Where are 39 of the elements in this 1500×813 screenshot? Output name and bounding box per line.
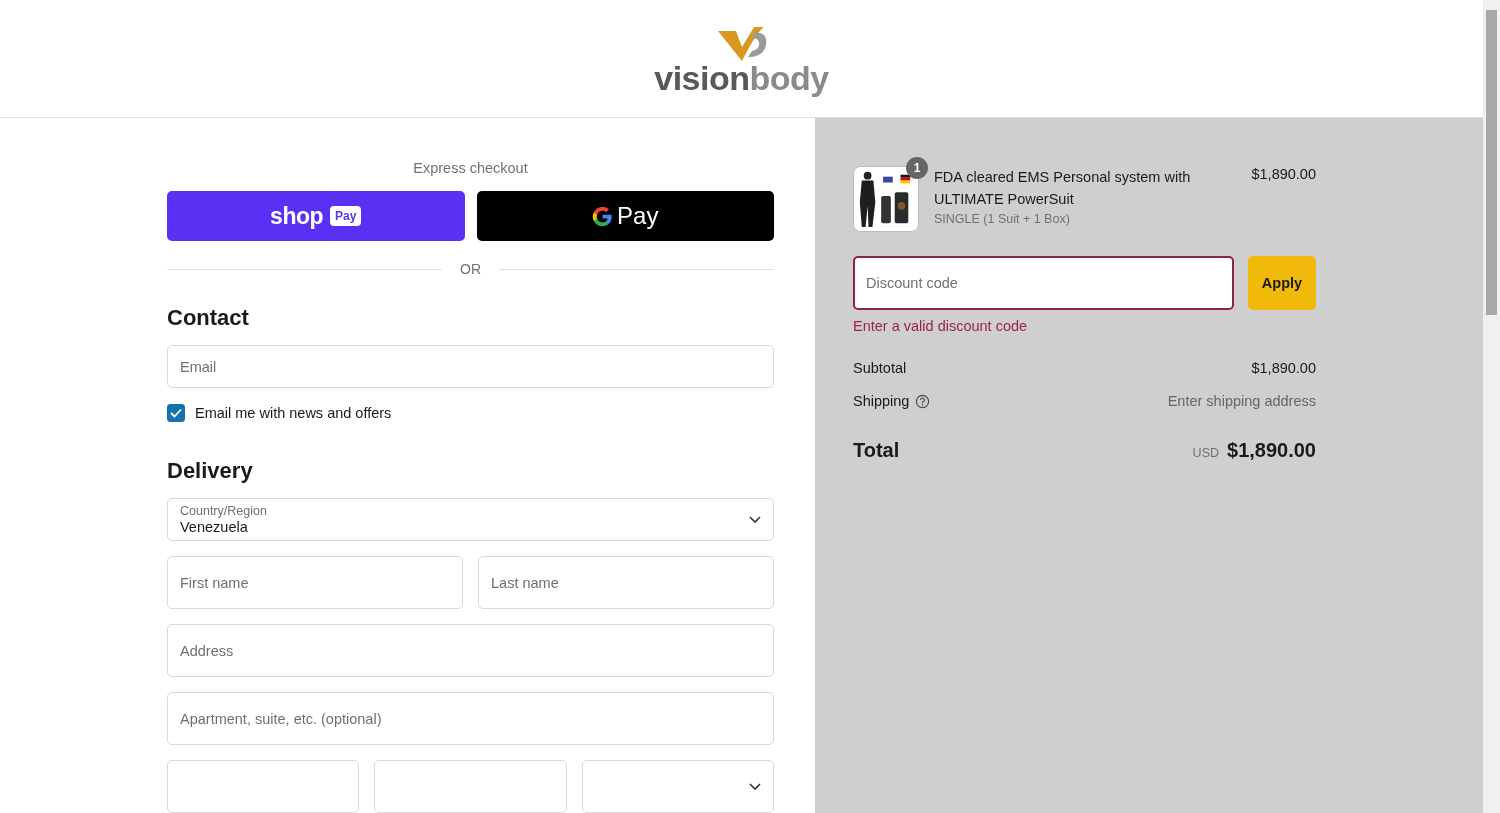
checkbox[interactable] [167, 404, 185, 422]
google-g-icon [592, 205, 614, 227]
discount-code-field[interactable]: Discount code [853, 256, 1234, 310]
checkbox-label: Email me with news and offers [195, 405, 392, 421]
scrollbar[interactable] [1483, 0, 1500, 813]
section-heading: Contact [167, 305, 250, 331]
text-field[interactable] [374, 760, 567, 813]
select-field[interactable] [581, 760, 774, 813]
help-icon[interactable] [915, 393, 931, 409]
country-select[interactable]: Country/Region Venezuela [167, 498, 774, 541]
divider-label: OR [460, 261, 481, 277]
text-field[interactable]: Address [167, 624, 774, 677]
text-field[interactable]: Last name [478, 556, 774, 609]
email-field[interactable]: Email [167, 345, 774, 388]
line-value: $1,890.00 [1251, 360, 1316, 376]
shop-pay-button[interactable]: shop Pay [167, 191, 465, 241]
line-label: Subtotal [853, 360, 907, 376]
chevron-down-icon [749, 782, 761, 791]
apply-button[interactable]: Apply [1248, 256, 1316, 310]
error-message: Enter a valid discount code [853, 318, 1029, 334]
product-title: FDA cleared EMS Personal system with ULTIMATE PowerSuit [934, 168, 1192, 209]
text-field[interactable]: First name [167, 556, 463, 609]
line-value: Enter shipping address [1167, 393, 1316, 409]
section-heading: Delivery [167, 458, 254, 484]
logo-text: vision [654, 60, 750, 95]
total-value: $1,890.00 [1227, 439, 1316, 462]
product-variant: SINGLE (1 Suit + 1 Box) [934, 212, 1071, 226]
quantity-badge: 1 [906, 157, 928, 179]
google-pay-button[interactable]: Pay [476, 191, 774, 241]
currency-code: USD [1192, 446, 1219, 460]
line-label: Shipping [853, 393, 910, 409]
product-price: $1,890.00 [1251, 166, 1316, 182]
text-field[interactable]: Apartment, suite, etc. (optional) [167, 692, 774, 745]
section-title: Express checkout [412, 160, 529, 176]
chevron-down-icon [749, 515, 761, 524]
logo-text: body [749, 60, 829, 95]
check-icon [170, 408, 182, 418]
text-field[interactable] [167, 760, 360, 813]
total-label: Total [853, 439, 900, 462]
